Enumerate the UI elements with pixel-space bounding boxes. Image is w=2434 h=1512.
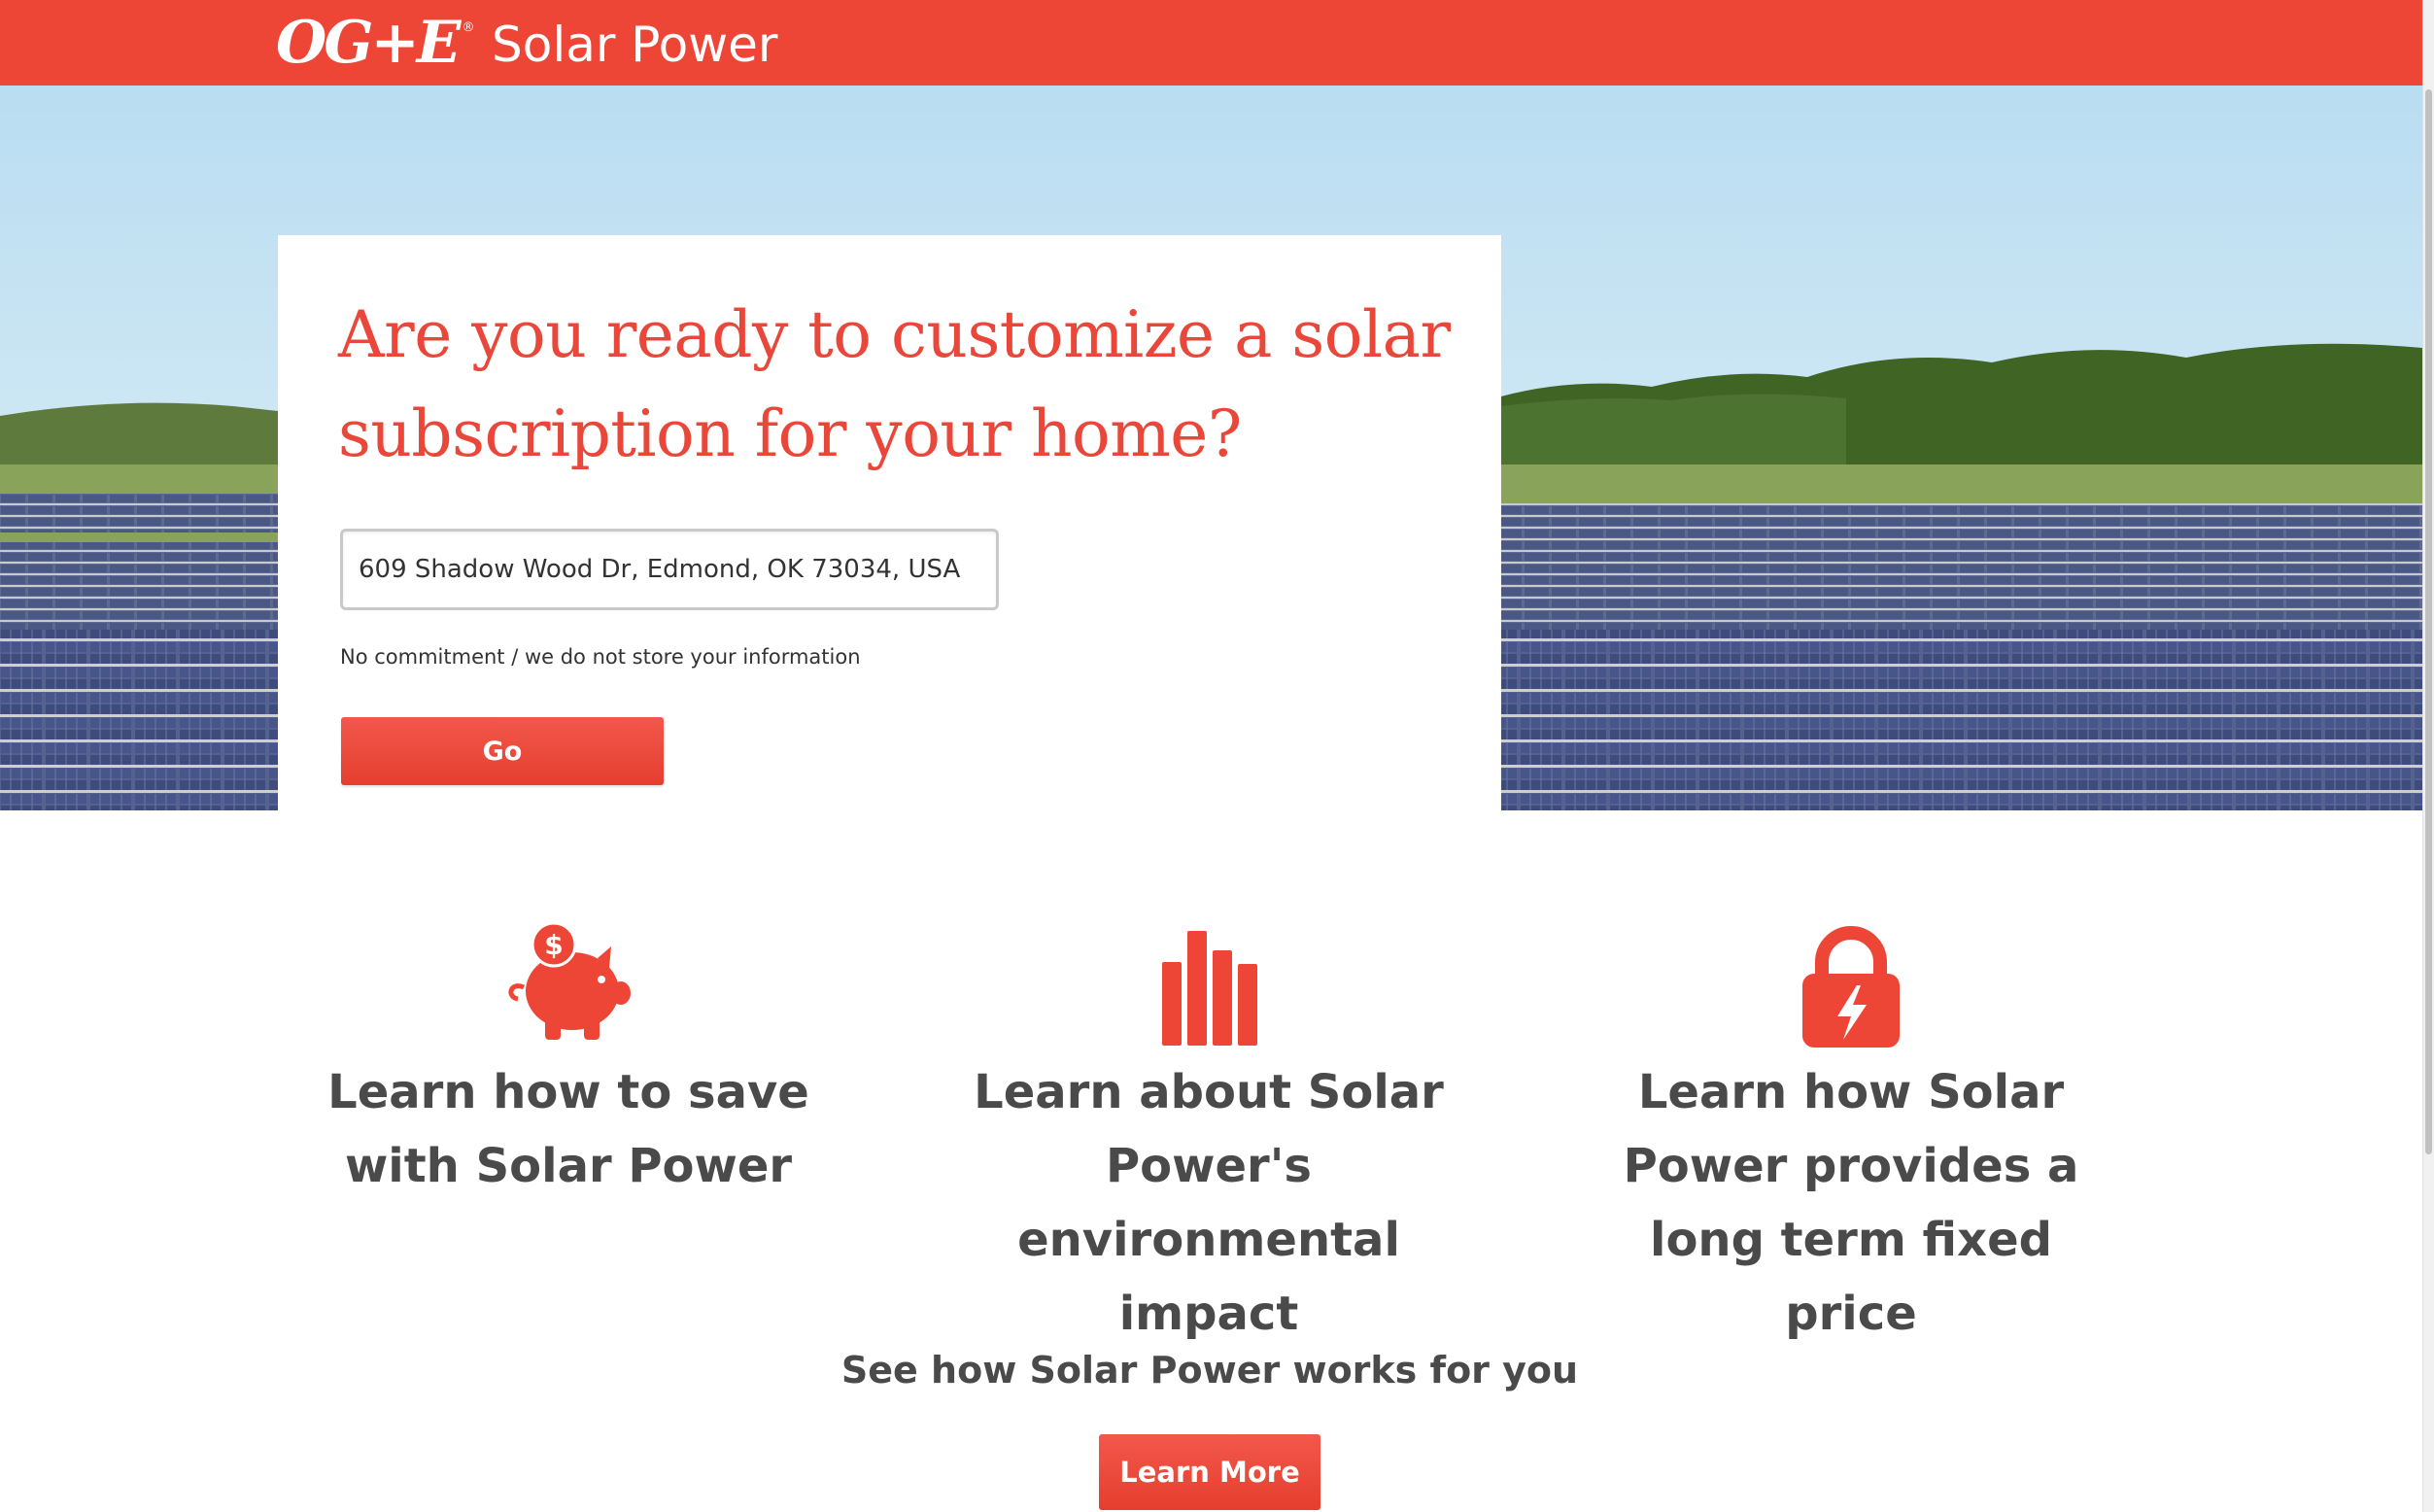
- page: OG+E ® Solar Power Are you ready to cust…: [0, 0, 2434, 1512]
- go-button[interactable]: Go: [341, 717, 664, 785]
- piggy-bank-icon: $: [508, 923, 631, 1040]
- learn-more-button[interactable]: Learn More: [1099, 1434, 1320, 1510]
- logo-wordmark: OG+E: [276, 9, 462, 77]
- lock-lightning-icon: [1802, 926, 1900, 1048]
- privacy-disclaimer: No commitment / we do not store your inf…: [340, 645, 861, 669]
- feature-fixed-price[interactable]: Learn how Solar Power provides a long te…: [1579, 923, 2123, 1351]
- top-bar: OG+E ® Solar Power: [0, 0, 2422, 86]
- registered-mark: ®: [462, 20, 475, 35]
- hero-banner: Are you ready to customize a solar subsc…: [0, 86, 2422, 810]
- feature-environment[interactable]: Learn about Solar Power's environmental …: [937, 923, 1481, 1351]
- cta-text: See how Solar Power works for you: [840, 1349, 1579, 1392]
- ogne-logo[interactable]: OG+E ®: [276, 12, 475, 74]
- feature-environment-text[interactable]: Learn about Solar Power's environmental …: [937, 1055, 1481, 1351]
- scrollbar-thumb[interactable]: [2425, 89, 2432, 1154]
- bar-chart-icon: [1162, 931, 1257, 1046]
- feature-save[interactable]: $ Learn how to save with Solar Power: [296, 923, 840, 1203]
- svg-text:$: $: [544, 929, 563, 961]
- feature-fixed-price-text[interactable]: Learn how Solar Power provides a long te…: [1579, 1055, 2123, 1351]
- address-input[interactable]: [340, 529, 999, 610]
- site-title: Solar Power: [492, 17, 778, 73]
- address-card: Are you ready to customize a solar subsc…: [278, 235, 1501, 810]
- feature-save-text[interactable]: Learn how to save with Solar Power: [296, 1055, 840, 1203]
- hero-headline: Are you ready to customize a solar subsc…: [338, 297, 1451, 471]
